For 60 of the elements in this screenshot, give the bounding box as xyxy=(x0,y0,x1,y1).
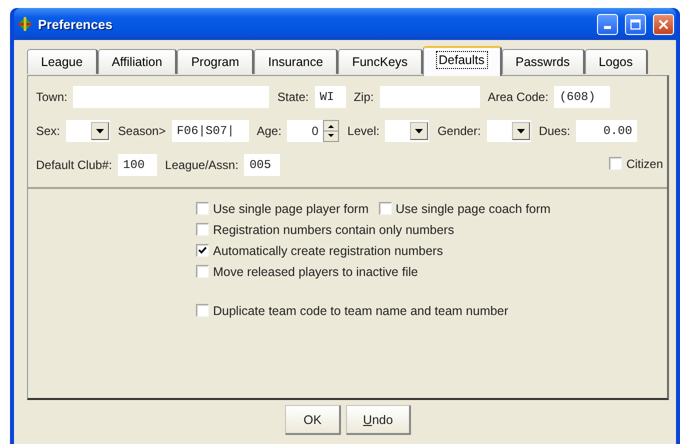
checkbox-label[interactable]: Use single page player form xyxy=(213,202,369,216)
maximize-button[interactable] xyxy=(625,14,646,34)
text-field[interactable]: (608) xyxy=(554,86,610,108)
minimize-button[interactable] xyxy=(597,14,618,34)
field-label: State: xyxy=(277,90,309,104)
caret-icon xyxy=(96,128,104,134)
checkbox-label[interactable]: Duplicate team code to team name and team number xyxy=(213,304,508,318)
button[interactable]: OK xyxy=(285,405,342,435)
checkbox[interactable] xyxy=(609,157,622,170)
tab[interactable]: Affiliation xyxy=(98,49,178,74)
text-field[interactable]: 005 xyxy=(244,154,280,176)
checkbox[interactable] xyxy=(196,265,209,278)
field-label: Age: xyxy=(256,124,282,138)
text-field[interactable] xyxy=(380,86,480,108)
spin-field[interactable]: 0 xyxy=(287,120,324,142)
checkbox[interactable] xyxy=(196,223,209,236)
text-field[interactable]: F06|S07| xyxy=(172,120,249,142)
field-label: Area Code: xyxy=(488,90,548,104)
tab[interactable]: League xyxy=(27,49,98,74)
text-field[interactable]: WI xyxy=(314,86,346,108)
spinner-arrows-icon[interactable] xyxy=(323,120,340,142)
checkbox[interactable] xyxy=(196,304,209,317)
window-title: Preferences xyxy=(38,16,114,32)
checkbox[interactable] xyxy=(196,202,209,215)
tab[interactable]: Defaults xyxy=(422,46,502,76)
close-icon xyxy=(658,18,669,30)
field-label: Sex: xyxy=(36,124,60,138)
tab[interactable]: FuncKeys xyxy=(338,49,423,74)
text-field[interactable]: 0.00 xyxy=(576,120,638,142)
dropdown[interactable] xyxy=(486,120,531,142)
field-label: Town: xyxy=(36,90,68,104)
caret-icon xyxy=(516,128,525,134)
text-field[interactable] xyxy=(73,86,270,108)
field-label: Gender: xyxy=(437,124,481,138)
checkbox[interactable] xyxy=(196,244,209,257)
close-button[interactable] xyxy=(653,14,674,34)
dropdown[interactable] xyxy=(385,120,430,142)
tab[interactable]: Insurance xyxy=(254,49,338,74)
maximize-icon xyxy=(630,18,641,30)
button[interactable]: Undo xyxy=(346,405,411,435)
field-label: Dues: xyxy=(538,124,570,138)
field-label: Season> xyxy=(118,124,166,138)
app-icon xyxy=(17,16,33,32)
tab[interactable]: Program xyxy=(177,49,254,74)
checkbox-label[interactable]: Registration numbers contain only numbers xyxy=(213,222,454,236)
caret-icon xyxy=(415,128,424,134)
checkbox-label[interactable]: Move released players to inactive file xyxy=(213,264,418,278)
field-label: League/Assn: xyxy=(165,158,238,172)
field-label: Level: xyxy=(347,124,380,138)
field-label: Zip: xyxy=(354,90,374,104)
minimize-icon xyxy=(604,26,611,29)
checkbox[interactable] xyxy=(378,202,392,215)
checkbox-label[interactable]: Use single page coach form xyxy=(396,202,551,216)
checkbox-label[interactable]: Citizen xyxy=(626,156,663,171)
checkbox-label[interactable]: Automatically create registration numbers xyxy=(213,244,443,258)
text-field[interactable]: 100 xyxy=(118,154,158,176)
tab[interactable]: Passwrds xyxy=(502,49,585,74)
tab[interactable]: Logos xyxy=(584,49,648,74)
field-label: Default Club#: xyxy=(36,158,112,172)
dropdown[interactable] xyxy=(66,120,110,142)
